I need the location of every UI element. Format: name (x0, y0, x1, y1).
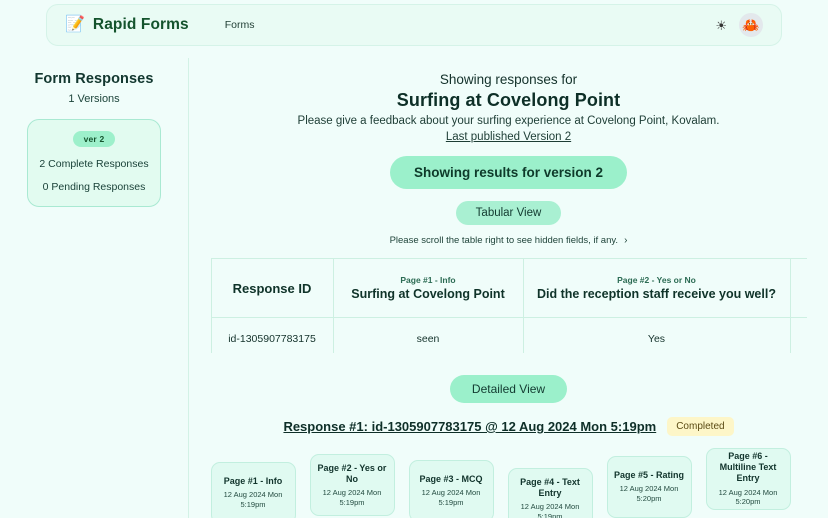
responses-table: Response ID Page #1 - Info Surfing at Co… (210, 258, 807, 353)
memo-icon: 📝 (65, 16, 85, 33)
sun-icon[interactable]: ☀ (715, 19, 727, 32)
cell-page-1: seen (332, 317, 524, 353)
scroll-hint-text: Please scroll the table right to see hid… (389, 235, 619, 246)
page-card-date: 12 Aug 2024 Mon 5:19pm (322, 488, 382, 507)
detailed-view-button[interactable]: Detailed View (449, 375, 568, 403)
sidebar-versions-count: 1 Versions (68, 93, 120, 105)
nav-link-forms[interactable]: Forms (225, 19, 255, 31)
last-published-link[interactable]: Last published Version 2 (446, 131, 571, 143)
main-panel: Showing responses for Surfing at Covelon… (189, 58, 828, 518)
version-summary-card[interactable]: ver 2 2 Complete Responses 0 Pending Res… (27, 119, 161, 207)
crab-avatar-icon[interactable]: 🦀 (739, 13, 763, 37)
list-item[interactable]: Page #1 - Info 12 Aug 2024 Mon 5:19pm (210, 462, 296, 518)
page-card-title: Page #4 - Text Entry (520, 476, 580, 498)
table-row[interactable]: id-1305907783175 seen Yes (210, 317, 807, 353)
version-badge: ver 2 (72, 131, 116, 147)
response-detail-header: Response #1: id-1305907783175 @ 12 Aug 2… (283, 417, 734, 436)
cell-page-2: Yes (522, 317, 791, 353)
table-head: Response ID Page #1 - Info Surfing at Co… (210, 258, 807, 318)
list-item[interactable]: Page #6 - Multiline Text Entry 12 Aug 20… (705, 448, 791, 510)
list-item[interactable]: Page #5 - Rating 12 Aug 2024 Mon 5:20pm (606, 456, 692, 518)
status-badge: Completed (667, 417, 734, 436)
complete-responses-count: 2 Complete Responses (39, 158, 149, 170)
column-header-page-3-hidden[interactable] (789, 258, 807, 318)
brand-name: Rapid Forms (92, 16, 189, 33)
column-title: Did the reception staff receive you well… (537, 287, 776, 301)
page-card-title: Page #1 - Info (223, 476, 283, 487)
page-cards-strip: Page #1 - Info 12 Aug 2024 Mon 5:19pm Pa… (210, 448, 807, 518)
cell-page-3 (789, 317, 807, 353)
chevron-right-icon[interactable]: › (624, 235, 627, 246)
column-subtitle: Page #2 - Yes or No (617, 275, 696, 285)
response-detail-title[interactable]: Response #1: id-1305907783175 @ 12 Aug 2… (283, 419, 656, 434)
version-results-button[interactable]: Showing results for version 2 (389, 156, 628, 189)
page-card-date: 12 Aug 2024 Mon 5:20pm (718, 487, 778, 507)
page-card-date: 12 Aug 2024 Mon 5:19pm (223, 490, 283, 510)
cell-response-id: id-1305907783175 (210, 317, 334, 353)
page-card-title: Page #3 - MCQ (419, 474, 483, 485)
table-body: id-1305907783175 seen Yes id-95536771587… (210, 317, 807, 353)
brand[interactable]: 📝 Rapid Forms (65, 16, 189, 34)
page-title: Surfing at Covelong Point (396, 90, 621, 110)
showing-responses-label: Showing responses for (439, 72, 578, 87)
sidebar-title: Form Responses (34, 71, 154, 87)
column-title: Surfing at Covelong Point (351, 287, 505, 301)
sidebar: Form Responses 1 Versions ver 2 2 Comple… (0, 58, 189, 518)
column-subtitle: Page #1 - Info (400, 275, 456, 285)
page-card-title: Page #5 - Rating (613, 470, 685, 481)
page-card-date: 12 Aug 2024 Mon 5:19pm (421, 488, 481, 508)
page-card-title: Page #2 - Yes or No (317, 462, 387, 484)
app-header-bar: 📝 Rapid Forms Forms ☀ 🦀 (46, 4, 782, 46)
table-header-row: Response ID Page #1 - Info Surfing at Co… (210, 258, 807, 318)
tabular-view-button[interactable]: Tabular View (455, 201, 562, 225)
scroll-hint: Please scroll the table right to see hid… (390, 235, 628, 246)
column-header-page-2[interactable]: Page #2 - Yes or No Did the reception st… (522, 258, 791, 318)
column-header-page-1[interactable]: Page #1 - Info Surfing at Covelong Point (332, 258, 524, 318)
list-item[interactable]: Page #3 - MCQ 12 Aug 2024 Mon 5:19pm (408, 460, 494, 518)
page-content: Form Responses 1 Versions ver 2 2 Comple… (0, 58, 828, 518)
header-actions: ☀ 🦀 (715, 13, 763, 37)
form-description: Please give a feedback about your surfin… (297, 115, 720, 127)
page-card-title: Page #6 - Multiline Text Entry (719, 450, 777, 484)
page-card-date: 12 Aug 2024 Mon 5:19pm (520, 502, 580, 518)
list-item[interactable]: Page #2 - Yes or No 12 Aug 2024 Mon 5:19… (309, 454, 395, 516)
page-card-date: 12 Aug 2024 Mon 5:20pm (619, 484, 679, 504)
responses-table-scroll[interactable]: Response ID Page #1 - Info Surfing at Co… (210, 258, 807, 353)
column-title: Response ID (232, 280, 312, 296)
pending-responses-count: 0 Pending Responses (42, 181, 146, 193)
column-header-response-id[interactable]: Response ID (210, 258, 334, 318)
list-item[interactable]: Page #4 - Text Entry 12 Aug 2024 Mon 5:1… (507, 468, 593, 518)
